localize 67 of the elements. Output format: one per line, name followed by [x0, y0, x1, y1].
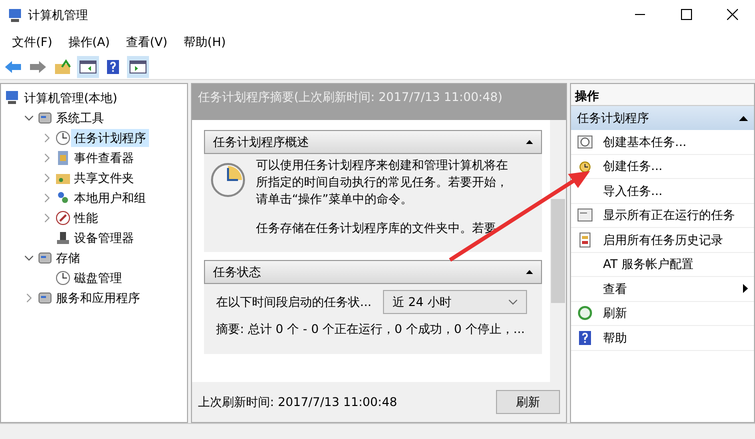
- item-icon: [55, 230, 71, 246]
- tree-item[interactable]: 任务计划程序: [71, 129, 149, 147]
- action-item[interactable]: 帮助: [571, 326, 754, 350]
- action-icon: [577, 134, 593, 150]
- tree-item[interactable]: 磁盘管理: [71, 269, 125, 287]
- action-item[interactable]: 查看: [571, 277, 754, 302]
- computer-icon: [5, 90, 21, 106]
- tree-item[interactable]: 事件查看器: [71, 149, 137, 167]
- panel-icon: [79, 58, 97, 74]
- status-period-label: 在以下时间段启动的任务状...: [216, 294, 372, 311]
- submenu-arrow-icon: [743, 284, 748, 294]
- action-item[interactable]: 显示所有正在运行的任务: [571, 204, 754, 228]
- action-icon: [577, 232, 593, 248]
- menu-item[interactable]: 文件(F): [4, 33, 60, 51]
- action-icon: [577, 207, 593, 224]
- minimize-icon: [635, 14, 645, 16]
- close-icon: [726, 9, 738, 20]
- tool-icon: [37, 110, 53, 126]
- item-icon: [55, 130, 71, 146]
- item-icon: [55, 190, 71, 206]
- menu-item[interactable]: 查看(V): [118, 33, 176, 51]
- tool-icon: [37, 250, 53, 266]
- action-item[interactable]: 启用所有任务历史记录: [571, 228, 754, 252]
- action-item[interactable]: 创建基本任务...: [571, 130, 754, 154]
- tree-item[interactable]: 设备管理器: [71, 229, 137, 247]
- menu-item[interactable]: 帮助(H): [175, 33, 234, 51]
- actions-group-header[interactable]: 任务计划程序: [571, 106, 754, 130]
- tree-item[interactable]: 服务和应用程序: [53, 289, 143, 307]
- item-icon: [55, 210, 71, 226]
- item-icon: [55, 150, 71, 166]
- last-refresh-text: 上次刷新时间: 2017/7/13 11:00:48: [198, 394, 398, 411]
- maximize-icon: [680, 9, 692, 20]
- section-title: 任务状态: [213, 264, 261, 281]
- period-dropdown[interactable]: 近 24 小时: [383, 290, 528, 314]
- panel-button[interactable]: [77, 56, 99, 78]
- tree-item[interactable]: 存储: [53, 249, 83, 267]
- chevron-down-icon: [508, 299, 518, 305]
- tool-icon: [37, 290, 53, 306]
- tree-item[interactable]: 共享文件夹: [71, 169, 137, 187]
- section-title: 任务计划程序概述: [213, 134, 309, 151]
- menu-item[interactable]: 操作(A): [60, 33, 118, 51]
- actions-header: 操作: [571, 84, 754, 106]
- tree-item[interactable]: 计算机管理(本地): [21, 89, 120, 107]
- help-icon: [104, 58, 122, 74]
- clock-icon: [210, 162, 246, 198]
- action-item[interactable]: 刷新: [571, 302, 754, 326]
- section-header[interactable]: 任务状态: [204, 260, 542, 284]
- refresh-button[interactable]: 刷新: [496, 390, 560, 414]
- tree-item[interactable]: 系统工具: [53, 109, 107, 127]
- action-pane-icon: [129, 58, 147, 74]
- folder-up-icon: [54, 58, 72, 74]
- summary-header: 任务计划程序摘要(上次刷新时间: 2017/7/13 11:00:48): [192, 84, 566, 120]
- action-pane-button[interactable]: [127, 56, 149, 78]
- action-item[interactable]: AT 服务帐户配置: [571, 252, 754, 277]
- forward-icon: [29, 58, 47, 74]
- back-icon: [4, 58, 22, 74]
- tree-item[interactable]: 性能: [71, 209, 101, 227]
- computer-icon: [8, 8, 22, 22]
- description-text: 可以使用任务计划程序来创建和管理计算机将在所指定的时间自动执行的常见任务。若要开始，请单击“操作”菜单中的命令。: [256, 157, 509, 208]
- item-icon: [55, 270, 71, 286]
- window-title: 计算机管理: [28, 7, 89, 24]
- section-header[interactable]: 任务计划程序概述: [204, 130, 542, 154]
- action-icon: [577, 330, 593, 346]
- tree-item[interactable]: 本地用户和组: [71, 189, 149, 207]
- action-icon: [577, 305, 593, 322]
- scrollbar[interactable]: [550, 120, 566, 382]
- status-summary: 摘要: 总计 0 个 - 0 个正在运行，0 个成功，0 个停止，...: [216, 321, 526, 338]
